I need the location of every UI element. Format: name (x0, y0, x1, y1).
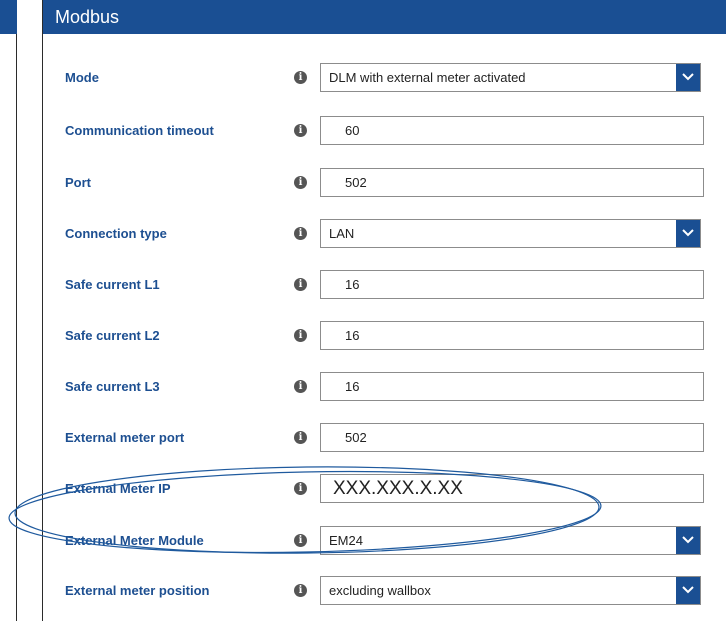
row-connection-type: Connection type i LAN (43, 219, 726, 249)
row-safe-current-l3: Safe current L3 i 16 (43, 372, 726, 402)
row-port: Port i 502 (43, 168, 726, 198)
chevron-down-icon[interactable] (676, 64, 700, 91)
external-meter-position-label: External meter position (65, 583, 210, 598)
row-external-meter-ip: External Meter IP i XXX.XXX.X.XX (43, 474, 726, 504)
port-label: Port (65, 175, 91, 190)
mode-value: DLM with external meter activated (329, 70, 526, 85)
info-icon[interactable]: i (294, 176, 307, 189)
row-external-meter-port: External meter port i 502 (43, 423, 726, 453)
safe-current-l1-label: Safe current L1 (65, 277, 160, 292)
external-meter-port-label: External meter port (65, 430, 185, 445)
info-icon[interactable]: i (294, 584, 307, 597)
external-meter-position-value: excluding wallbox (329, 583, 431, 598)
info-icon[interactable]: i (294, 329, 307, 342)
external-meter-module-value: EM24 (329, 533, 363, 548)
communication-timeout-label: Communication timeout (65, 123, 214, 138)
external-meter-module-label: External Meter Module (65, 533, 204, 548)
info-icon[interactable]: i (294, 278, 307, 291)
connection-type-label: Connection type (65, 226, 167, 241)
safe-current-l2-label: Safe current L2 (65, 328, 160, 343)
external-meter-position-select[interactable]: excluding wallbox (320, 576, 701, 605)
external-meter-ip-label: External Meter IP (65, 481, 171, 496)
connection-type-select[interactable]: LAN (320, 219, 701, 248)
external-meter-ip-input[interactable]: XXX.XXX.X.XX (320, 474, 704, 503)
communication-timeout-input[interactable]: 60 (320, 116, 704, 145)
row-safe-current-l2: Safe current L2 i 16 (43, 321, 726, 351)
mode-label: Mode (65, 70, 99, 85)
info-icon[interactable]: i (294, 482, 307, 495)
info-icon[interactable]: i (294, 431, 307, 444)
chevron-down-icon[interactable] (676, 220, 700, 247)
panel-title: Modbus (43, 0, 726, 34)
row-safe-current-l1: Safe current L1 i 16 (43, 270, 726, 300)
external-meter-module-select[interactable]: EM24 (320, 526, 701, 555)
row-mode: Mode i DLM with external meter activated (43, 63, 726, 93)
info-icon[interactable]: i (294, 534, 307, 547)
connection-type-value: LAN (329, 226, 355, 241)
chevron-down-icon[interactable] (676, 577, 700, 604)
info-icon[interactable]: i (294, 124, 307, 137)
safe-current-l3-input[interactable]: 16 (320, 372, 704, 401)
safe-current-l3-label: Safe current L3 (65, 379, 160, 394)
external-meter-port-input[interactable]: 502 (320, 423, 704, 452)
row-external-meter-position: External meter position i excluding wall… (43, 576, 726, 606)
adjacent-panel-header (0, 0, 17, 34)
safe-current-l2-input[interactable]: 16 (320, 321, 704, 350)
info-icon[interactable]: i (294, 71, 307, 84)
row-external-meter-module: External Meter Module i EM24 (43, 526, 726, 556)
chevron-down-icon[interactable] (676, 527, 700, 554)
adjacent-panel-border (16, 34, 17, 621)
port-input[interactable]: 502 (320, 168, 704, 197)
safe-current-l1-input[interactable]: 16 (320, 270, 704, 299)
modbus-panel: Modbus Mode i DLM with external meter ac… (42, 0, 726, 621)
info-icon[interactable]: i (294, 380, 307, 393)
mode-select[interactable]: DLM with external meter activated (320, 63, 701, 92)
row-communication-timeout: Communication timeout i 60 (43, 116, 726, 146)
info-icon[interactable]: i (294, 227, 307, 240)
